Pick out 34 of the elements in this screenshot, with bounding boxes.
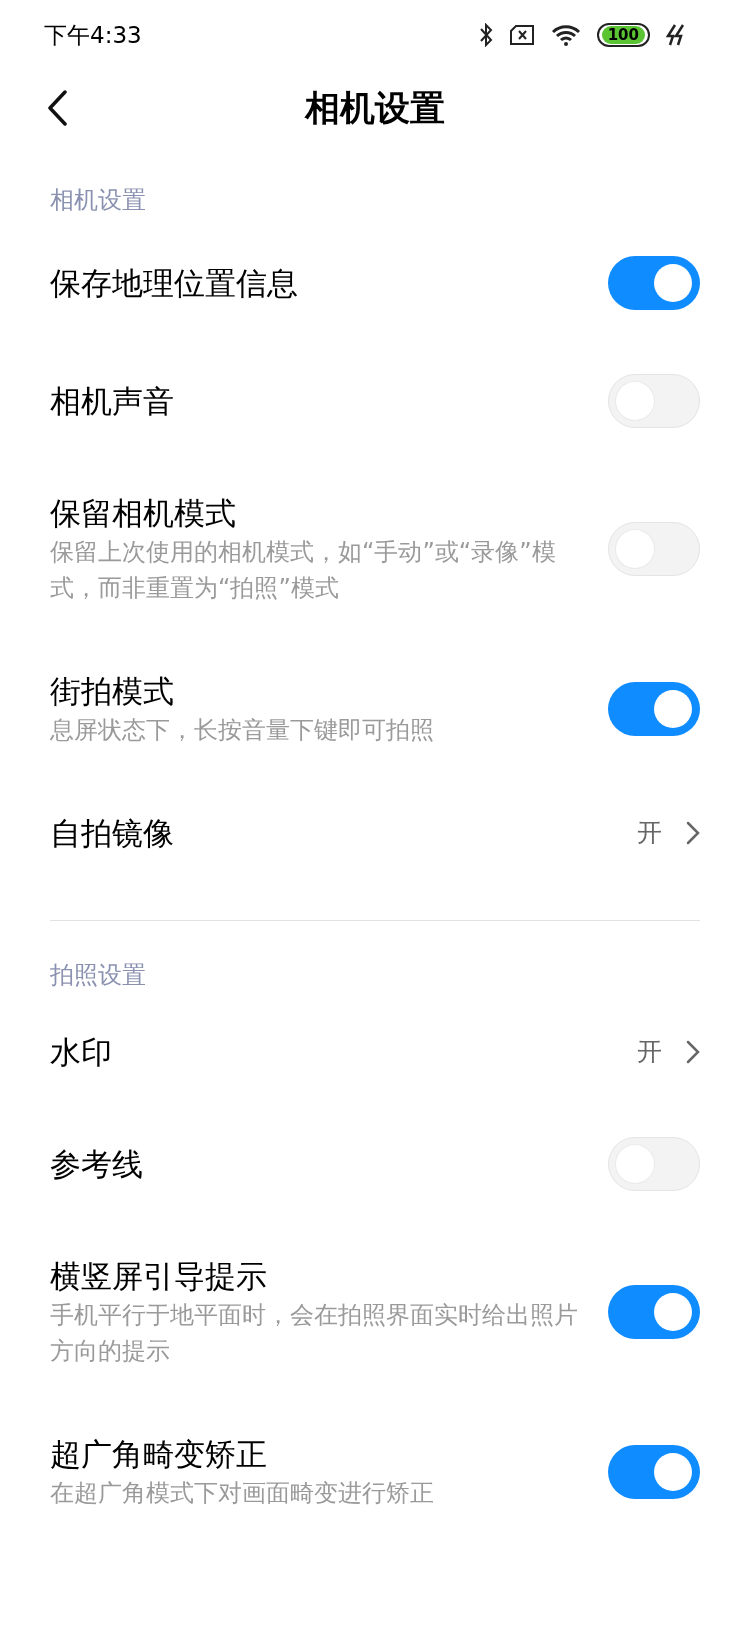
bluetooth-icon — [478, 23, 493, 47]
setting-value: 开 — [637, 1036, 662, 1069]
status-time: 下午4:33 — [44, 20, 142, 50]
page-title: 相机设置 — [305, 86, 445, 130]
charging-icon — [666, 24, 686, 46]
chevron-right-icon[interactable] — [686, 821, 700, 845]
setting-title: 保存地理位置信息 — [50, 264, 299, 303]
wifi-icon — [550, 24, 581, 46]
toggle-switch[interactable] — [608, 1137, 700, 1191]
toggle-switch[interactable] — [608, 1445, 700, 1499]
setting-title: 保留相机模式 — [50, 494, 237, 533]
setting-title: 横竖屏引导提示 — [50, 1257, 268, 1296]
setting-title: 街拍模式 — [50, 672, 175, 711]
toggle-switch[interactable] — [608, 256, 700, 310]
setting-value: 开 — [637, 817, 662, 850]
setting-description: 在超广角模式下对画面畸变进行矫正 — [50, 1478, 435, 1509]
setting-description: 息屏状态下，长按音量下键即可拍照 — [50, 715, 435, 746]
setting-title: 超广角畸变矫正 — [50, 1435, 268, 1474]
toggle-switch[interactable] — [608, 374, 700, 428]
battery-icon: 100 — [596, 23, 650, 47]
back-icon[interactable] — [46, 90, 68, 126]
section-header: 相机设置 — [49, 185, 147, 216]
setting-description: 手机平行于地平面时，会在拍照界面实时给出照片方向的提示 — [50, 1300, 579, 1367]
setting-description: 保留上次使用的相机模式，如“手动”或“录像”模式，而非重置为“拍照”模式 — [50, 537, 557, 604]
toggle-switch[interactable] — [608, 522, 700, 576]
chevron-right-icon[interactable] — [686, 1040, 700, 1064]
setting-title: 参考线 — [50, 1145, 144, 1184]
sim-card-icon — [508, 25, 535, 45]
setting-title: 相机声音 — [50, 382, 175, 421]
setting-title: 自拍镜像 — [50, 814, 175, 853]
setting-title: 水印 — [50, 1033, 113, 1072]
toggle-switch[interactable] — [608, 682, 700, 736]
section-header: 拍照设置 — [49, 960, 147, 991]
toggle-switch[interactable] — [608, 1285, 700, 1339]
